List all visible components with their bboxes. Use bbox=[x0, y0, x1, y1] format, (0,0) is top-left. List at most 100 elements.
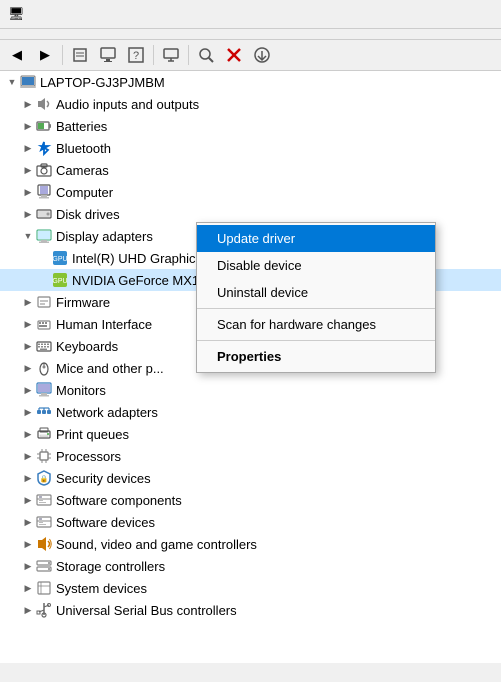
device-label-monitors: Monitors bbox=[56, 383, 106, 398]
tree-item-softwaredev[interactable]: Software devices bbox=[0, 511, 501, 533]
expand-arrow-displayadapters[interactable] bbox=[20, 228, 36, 244]
device-label-bluetooth: Bluetooth bbox=[56, 141, 111, 156]
expand-arrow-audio[interactable] bbox=[20, 96, 36, 112]
expand-arrow-computer[interactable] bbox=[20, 184, 36, 200]
tree-item-print[interactable]: Print queues bbox=[0, 423, 501, 445]
ctx-item-uninstall[interactable]: Uninstall device bbox=[197, 279, 435, 306]
expand-arrow-batteries[interactable] bbox=[20, 118, 36, 134]
expand-arrow-nvidia[interactable] bbox=[36, 272, 52, 288]
ctx-item-scan[interactable]: Scan for hardware changes bbox=[197, 311, 435, 338]
display-button[interactable] bbox=[158, 43, 184, 67]
device-label-displayadapters: Display adapters bbox=[56, 229, 153, 244]
tree-item-sound[interactable]: Sound, video and game controllers bbox=[0, 533, 501, 555]
device-icon-batteries bbox=[36, 118, 52, 134]
device-icon-cameras bbox=[36, 162, 52, 178]
back-button[interactable]: ◀ bbox=[4, 43, 30, 67]
ctx-separator bbox=[197, 340, 435, 341]
update-driver-button[interactable] bbox=[95, 43, 121, 67]
tree-item-usb[interactable]: Universal Serial Bus controllers bbox=[0, 599, 501, 621]
tree-item-laptop[interactable]: LAPTOP-GJ3PJMBM bbox=[0, 71, 501, 93]
device-label-system: System devices bbox=[56, 581, 147, 596]
device-label-cameras: Cameras bbox=[56, 163, 109, 178]
tree-item-batteries[interactable]: Batteries bbox=[0, 115, 501, 137]
ctx-item-disable[interactable]: Disable device bbox=[197, 252, 435, 279]
expand-arrow-usb[interactable] bbox=[20, 602, 36, 618]
expand-arrow-firmware[interactable] bbox=[20, 294, 36, 310]
device-label-computer: Computer bbox=[56, 185, 113, 200]
svg-text:?: ? bbox=[133, 50, 139, 62]
expand-arrow-storage[interactable] bbox=[20, 558, 36, 574]
ctx-item-properties[interactable]: Properties bbox=[197, 343, 435, 370]
remove-button[interactable] bbox=[221, 43, 247, 67]
tree-item-security[interactable]: 🔒Security devices bbox=[0, 467, 501, 489]
device-label-softwarecomp: Software components bbox=[56, 493, 182, 508]
ctx-item-update[interactable]: Update driver bbox=[197, 225, 435, 252]
menu-view[interactable] bbox=[36, 31, 52, 37]
tree-item-cameras[interactable]: Cameras bbox=[0, 159, 501, 181]
forward-button[interactable]: ▶ bbox=[32, 43, 58, 67]
device-label-processors: Processors bbox=[56, 449, 121, 464]
expand-arrow-intel[interactable] bbox=[36, 250, 52, 266]
expand-arrow-mice[interactable] bbox=[20, 360, 36, 376]
tree-item-network[interactable]: Network adapters bbox=[0, 401, 501, 423]
properties-button[interactable] bbox=[67, 43, 93, 67]
device-icon-security: 🔒 bbox=[36, 470, 52, 486]
display-icon bbox=[163, 47, 179, 63]
menu-file[interactable] bbox=[4, 31, 20, 37]
tree-item-monitors[interactable]: Monitors bbox=[0, 379, 501, 401]
toolbar-sep-3 bbox=[188, 45, 189, 65]
expand-arrow-cameras[interactable] bbox=[20, 162, 36, 178]
expand-arrow-bluetooth[interactable] bbox=[20, 140, 36, 156]
device-label-usb: Universal Serial Bus controllers bbox=[56, 603, 237, 618]
help-button[interactable]: ? bbox=[123, 43, 149, 67]
properties-icon bbox=[72, 47, 88, 63]
expand-arrow-system[interactable] bbox=[20, 580, 36, 596]
svg-text:🔒: 🔒 bbox=[40, 475, 49, 483]
tree-item-softwarecomp[interactable]: Software components bbox=[0, 489, 501, 511]
expand-arrow-keyboards[interactable] bbox=[20, 338, 36, 354]
expand-arrow-softwaredev[interactable] bbox=[20, 514, 36, 530]
tree-item-storage[interactable]: Storage controllers bbox=[0, 555, 501, 577]
title-bar: 🖥 bbox=[0, 0, 501, 29]
device-icon-processors bbox=[36, 448, 52, 464]
device-icon-network bbox=[36, 404, 52, 420]
update-icon bbox=[100, 47, 116, 63]
menu-bar bbox=[0, 29, 501, 40]
remove-icon bbox=[226, 47, 242, 63]
expand-arrow-network[interactable] bbox=[20, 404, 36, 420]
expand-arrow-sound[interactable] bbox=[20, 536, 36, 552]
device-icon-mice bbox=[36, 360, 52, 376]
install-button[interactable] bbox=[249, 43, 275, 67]
tree-item-bluetooth[interactable]: Bluetooth bbox=[0, 137, 501, 159]
device-label-softwaredev: Software devices bbox=[56, 515, 155, 530]
device-label-print: Print queues bbox=[56, 427, 129, 442]
tree-item-computer[interactable]: Computer bbox=[0, 181, 501, 203]
device-icon-monitors bbox=[36, 382, 52, 398]
menu-action[interactable] bbox=[20, 31, 36, 37]
device-label-nvidia: NVIDIA GeForce MX110 bbox=[72, 273, 213, 288]
tree-item-audio[interactable]: Audio inputs and outputs bbox=[0, 93, 501, 115]
expand-arrow-diskdrives[interactable] bbox=[20, 206, 36, 222]
device-icon-nvidia: GPU bbox=[52, 272, 68, 288]
device-icon-keyboards bbox=[36, 338, 52, 354]
device-icon-displayadapters bbox=[36, 228, 52, 244]
scan-button[interactable] bbox=[193, 43, 219, 67]
expand-arrow-security[interactable] bbox=[20, 470, 36, 486]
menu-help[interactable] bbox=[52, 31, 68, 37]
device-label-mice: Mice and other p... bbox=[56, 361, 164, 376]
expand-arrow-print[interactable] bbox=[20, 426, 36, 442]
expand-arrow-softwarecomp[interactable] bbox=[20, 492, 36, 508]
expand-arrow-monitors[interactable] bbox=[20, 382, 36, 398]
device-label-network: Network adapters bbox=[56, 405, 158, 420]
expand-arrow-human[interactable] bbox=[20, 316, 36, 332]
expand-arrow-laptop[interactable] bbox=[4, 74, 20, 90]
expand-arrow-processors[interactable] bbox=[20, 448, 36, 464]
device-icon-laptop bbox=[20, 74, 36, 90]
tree-item-system[interactable]: System devices bbox=[0, 577, 501, 599]
svg-text:GPU: GPU bbox=[52, 256, 67, 263]
device-icon-computer bbox=[36, 184, 52, 200]
device-icon-bluetooth bbox=[36, 140, 52, 156]
tree-item-processors[interactable]: Processors bbox=[0, 445, 501, 467]
device-label-storage: Storage controllers bbox=[56, 559, 165, 574]
device-label-batteries: Batteries bbox=[56, 119, 107, 134]
